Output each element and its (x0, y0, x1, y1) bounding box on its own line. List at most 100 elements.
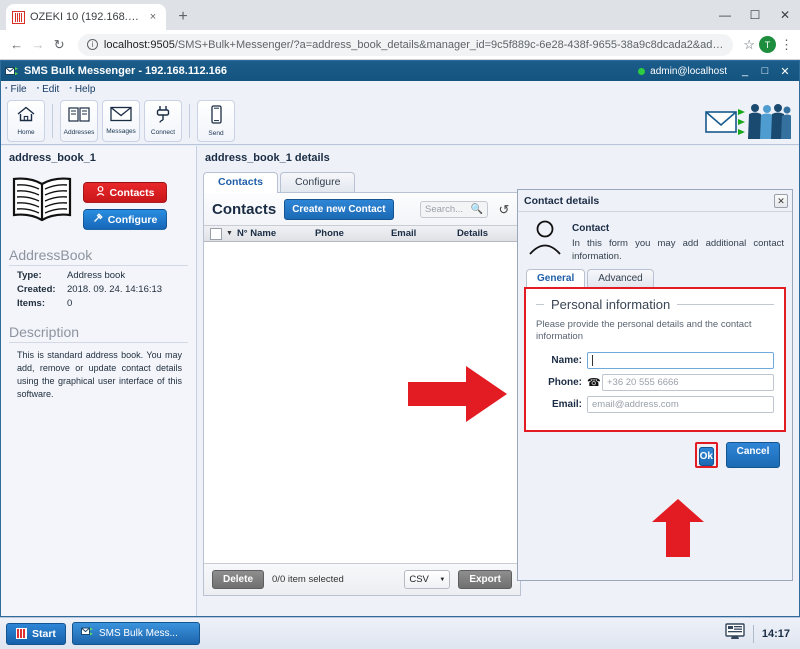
field-row-phone: Phone: ☎ +36 20 555 6666 (536, 374, 774, 391)
cancel-button[interactable]: Cancel (726, 442, 780, 468)
toolbar-label-messages: Messages (106, 128, 136, 135)
dialog-intro-text-block: Contact In this form you may add additio… (572, 218, 784, 264)
display-icon[interactable] (725, 623, 745, 645)
column-header-phone[interactable]: Phone (315, 228, 387, 239)
app-titlebar: SMS Bulk Messenger - 192.168.112.166 adm… (1, 61, 799, 81)
workspace: address_book_1 (1, 146, 799, 616)
info-key: Created: (9, 284, 67, 295)
info-row: Type: Address book (9, 268, 188, 282)
app-minimize-icon[interactable]: _ (735, 62, 755, 80)
phone-field[interactable]: +36 20 555 6666 (602, 374, 774, 391)
info-key: Items: (9, 298, 67, 309)
start-button[interactable]: Start (6, 623, 66, 645)
page-title: address_book_1 details (205, 152, 791, 164)
app-user: admin@localhost (638, 66, 727, 77)
contacts-footer: Delete 0/0 item selected CSV ▼ Export (204, 563, 520, 595)
red-arrow-right-icon (408, 364, 508, 429)
avatar[interactable]: T (759, 36, 776, 53)
tab-contacts[interactable]: Contacts (203, 172, 278, 193)
reload-icon[interactable]: ↻ (51, 35, 68, 55)
app-close-icon[interactable]: ✕ (775, 62, 795, 80)
tab-advanced[interactable]: Advanced (587, 269, 653, 287)
maximize-icon[interactable]: ☐ (740, 0, 770, 30)
configure-button[interactable]: Configure (83, 209, 167, 230)
minimize-icon[interactable]: — (710, 0, 740, 30)
magnifier-icon[interactable]: 🔍 (471, 204, 483, 215)
toolbar-button-addresses[interactable]: Addresses (60, 100, 98, 142)
dialog-actions: Ok Cancel (518, 432, 792, 468)
ok-button[interactable]: Ok (699, 447, 714, 466)
email-placeholder: email@address.com (592, 399, 679, 410)
browser-window-controls: — ☐ ✕ (710, 0, 800, 30)
clock: 14:17 (762, 628, 790, 640)
start-icon (16, 628, 27, 639)
browser-tabstrip: OZEKI 10 (192.168.112.166) × + — ☐ ✕ (0, 0, 800, 30)
tab-general[interactable]: General (526, 269, 585, 287)
select-all-checkbox[interactable] (210, 228, 222, 240)
toolbar-button-connect[interactable]: Connect (144, 100, 182, 142)
envelope-icon (110, 106, 132, 127)
close-icon[interactable]: ✕ (774, 194, 788, 208)
contacts-button-label: Contacts (110, 187, 155, 199)
column-header-email[interactable]: Email (391, 228, 453, 239)
browser-toolbar: ← → ↻ i localhost:9505/SMS+Bulk+Messenge… (0, 30, 800, 60)
mobile-phone-icon (210, 105, 223, 129)
sms-messenger-icon (81, 627, 94, 640)
toolbar-label-send: Send (208, 130, 223, 137)
contacts-table-header: ▼ N° Name Phone Email Details (204, 225, 520, 242)
bookmark-star-icon[interactable]: ☆ (743, 37, 755, 53)
site-info-icon[interactable]: i (87, 39, 98, 50)
dialog-titlebar: Contact details ✕ (518, 190, 792, 212)
app-maximize-icon[interactable]: □ (755, 62, 775, 80)
details-sidebar: address_book_1 (1, 146, 197, 616)
export-button[interactable]: Export (458, 570, 512, 589)
toolbar-label-home: Home (17, 129, 34, 136)
sidebar-title: address_book_1 (9, 152, 188, 164)
delete-button[interactable]: Delete (212, 570, 264, 589)
new-tab-button[interactable]: + (170, 4, 196, 30)
name-field[interactable] (587, 352, 774, 369)
taskbar-item-label: SMS Bulk Mess... (99, 628, 178, 639)
forward-icon[interactable]: → (29, 35, 46, 55)
menu-item-edit[interactable]: Edit (37, 84, 60, 95)
browser-menu-icon[interactable]: ⋮ (780, 37, 792, 53)
column-header-name[interactable]: N° Name (237, 228, 311, 239)
contacts-toolbar: Contacts Create new Contact Search... 🔍 … (204, 193, 520, 225)
app-user-label: admin@localhost (650, 66, 727, 77)
address-book-icon (68, 106, 90, 128)
menu-item-file[interactable]: File (5, 84, 27, 95)
info-value: 0 (67, 298, 188, 309)
dialog-tabstrip: General Advanced (518, 268, 792, 287)
back-icon[interactable]: ← (8, 35, 25, 55)
export-format-value: CSV (409, 574, 429, 585)
export-format-select[interactable]: CSV ▼ (404, 570, 450, 589)
taskbar-item-sms-bulk-messenger[interactable]: SMS Bulk Mess... (72, 622, 200, 645)
toolbar-button-home[interactable]: Home (7, 100, 45, 142)
email-field[interactable]: email@address.com (587, 396, 774, 413)
browser-tab[interactable]: OZEKI 10 (192.168.112.166) × (6, 4, 166, 30)
toolbar-button-send[interactable]: Send (197, 100, 235, 142)
menu-item-help[interactable]: Help (69, 84, 95, 95)
contacts-button[interactable]: Contacts (83, 182, 167, 203)
info-row: Created: 2018. 09. 24. 14:16:13 (9, 282, 188, 296)
close-icon[interactable]: × (146, 10, 160, 24)
close-icon[interactable]: ✕ (770, 0, 800, 30)
name-label: Name: (536, 355, 582, 366)
create-new-contact-button[interactable]: Create new Contact (284, 199, 393, 220)
chevron-down-icon[interactable]: ▼ (226, 230, 233, 237)
fieldset-legend-label: Personal information (551, 297, 670, 312)
address-bar[interactable]: i localhost:9505/SMS+Bulk+Messenger/?a=a… (78, 34, 733, 56)
dialog-intro-body: In this form you may add additional cont… (572, 238, 784, 264)
toolbar-button-messages[interactable]: Messages (102, 100, 140, 142)
tab-configure[interactable]: Configure (280, 172, 356, 192)
email-label: Email: (536, 399, 582, 410)
start-label: Start (32, 628, 56, 640)
column-header-details[interactable]: Details (457, 228, 488, 239)
tray-separator (753, 625, 754, 643)
search-input[interactable]: Search... 🔍 (420, 201, 488, 218)
refresh-icon[interactable]: ↺ (496, 202, 512, 218)
person-avatar-icon (526, 218, 564, 264)
chevron-down-icon: ▼ (439, 577, 445, 583)
text-caret (592, 355, 593, 366)
system-tray: 14:17 (725, 623, 794, 645)
